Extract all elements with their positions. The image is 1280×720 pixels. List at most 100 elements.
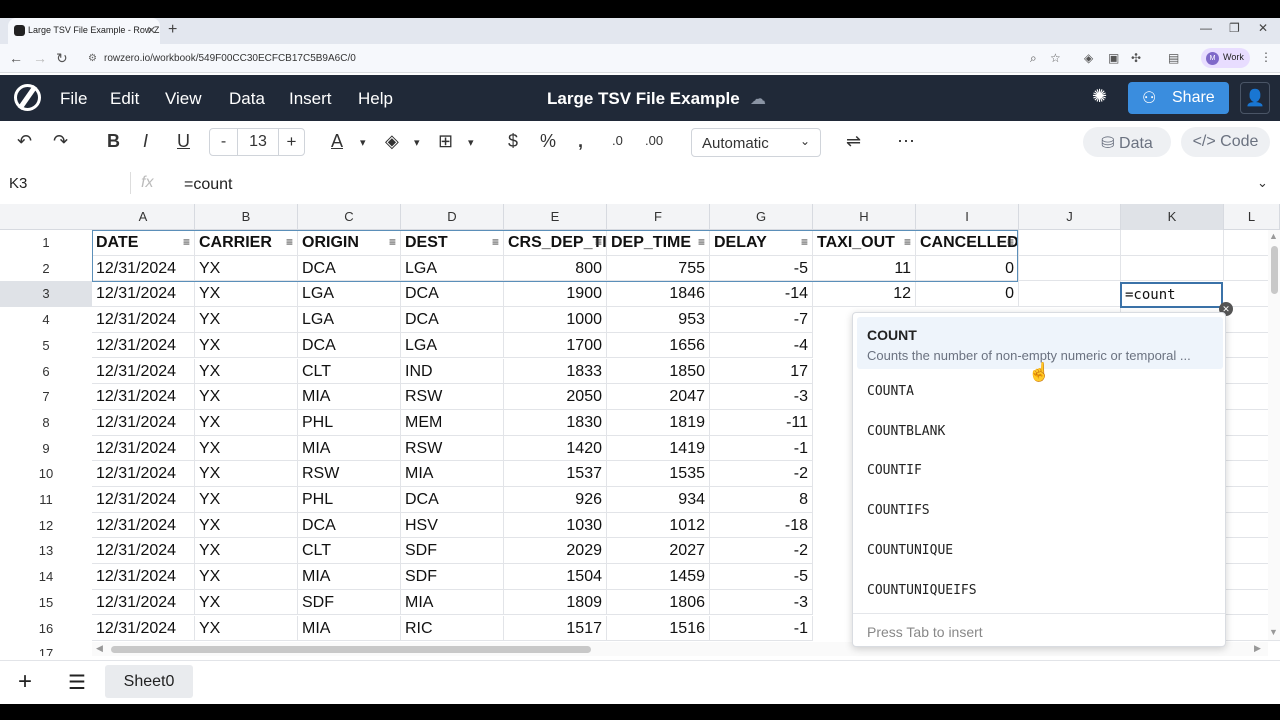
data-cell[interactable]: PHL	[298, 487, 401, 513]
currency-icon[interactable]: $	[508, 131, 518, 152]
filter-icon[interactable]: ≡	[698, 230, 705, 255]
filter-icon[interactable]: ≡	[1007, 230, 1014, 255]
row-header[interactable]: 5	[0, 332, 92, 359]
empty-cell[interactable]	[1019, 281, 1121, 308]
data-cell[interactable]: YX	[195, 615, 298, 642]
data-cell[interactable]: 12/31/2024	[92, 255, 195, 282]
data-cell[interactable]: 11	[813, 255, 916, 282]
data-cell[interactable]: 1809	[504, 589, 607, 616]
data-cell[interactable]: 12/31/2024	[92, 538, 195, 565]
data-cell[interactable]: MIA	[298, 564, 401, 590]
data-cell[interactable]: 1504	[504, 564, 607, 590]
column-header-f[interactable]: F	[607, 204, 710, 230]
data-cell[interactable]: 1700	[504, 332, 607, 359]
underline-icon[interactable]: U	[177, 131, 190, 152]
data-cell[interactable]: YX	[195, 384, 298, 410]
column-header-e[interactable]: E	[504, 204, 607, 230]
data-cell[interactable]: 1419	[607, 435, 710, 462]
data-cell[interactable]: 12/31/2024	[92, 435, 195, 462]
data-cell[interactable]: 1420	[504, 435, 607, 462]
new-tab-icon[interactable]: +	[168, 21, 177, 39]
menu-help[interactable]: Help	[358, 89, 393, 109]
data-cell[interactable]: YX	[195, 435, 298, 462]
data-cell[interactable]: 12/31/2024	[92, 487, 195, 513]
data-cell[interactable]: -3	[710, 589, 813, 616]
data-cell[interactable]: 12/31/2024	[92, 461, 195, 487]
url-field[interactable]: ⚙ rowzero.io/workbook/549F00CC30ECFCB17C…	[78, 48, 1078, 69]
account-icon[interactable]: 👤	[1240, 82, 1270, 114]
row-header[interactable]: 16	[0, 615, 92, 642]
data-cell[interactable]: YX	[195, 564, 298, 590]
data-cell[interactable]: PHL	[298, 409, 401, 436]
empty-cell[interactable]	[1121, 255, 1224, 282]
data-cell[interactable]: YX	[195, 461, 298, 487]
back-icon[interactable]: ←	[9, 50, 23, 66]
header-cell[interactable]: DATE ≡	[92, 230, 195, 256]
close-tab-icon[interactable]: ✕	[147, 24, 156, 37]
data-cell[interactable]: MIA	[401, 589, 504, 616]
data-cell[interactable]: 12/31/2024	[92, 615, 195, 642]
column-header-g[interactable]: G	[710, 204, 813, 230]
row-header[interactable]: 17	[0, 641, 92, 656]
data-cell[interactable]: 1846	[607, 281, 710, 308]
data-cell[interactable]: LGA	[298, 281, 401, 308]
data-cell[interactable]: -1	[710, 435, 813, 462]
row-header[interactable]: 14	[0, 564, 92, 590]
filter-icon[interactable]: ≡	[904, 230, 911, 255]
row-header[interactable]: 12	[0, 512, 92, 539]
header-cell[interactable]: TAXI_OUT ≡	[813, 230, 916, 256]
empty-cell[interactable]	[1121, 230, 1224, 256]
redo-icon[interactable]: ↷	[53, 131, 68, 152]
data-cell[interactable]: MEM	[401, 409, 504, 436]
header-cell[interactable]: ORIGIN ≡	[298, 230, 401, 256]
data-cell[interactable]: 12/31/2024	[92, 281, 195, 308]
data-cell[interactable]: 2027	[607, 538, 710, 565]
data-cell[interactable]: CLT	[298, 538, 401, 565]
font-size-stepper[interactable]: - 13 +	[209, 128, 305, 156]
wrap-text-icon[interactable]: ⇌	[846, 131, 861, 152]
data-cell[interactable]: SDF	[401, 564, 504, 590]
data-cell[interactable]: 2029	[504, 538, 607, 565]
data-cell[interactable]: LGA	[401, 332, 504, 359]
data-cell[interactable]: 1012	[607, 512, 710, 539]
data-cell[interactable]: RSW	[401, 435, 504, 462]
data-cell[interactable]: 953	[607, 307, 710, 333]
fill-color-icon[interactable]: ◈	[385, 131, 399, 152]
data-cell[interactable]: YX	[195, 409, 298, 436]
extension-badge-icon[interactable]: ▣	[1108, 51, 1119, 65]
fill-color-chevron-icon[interactable]: ▾	[414, 136, 420, 149]
data-cell[interactable]: YX	[195, 255, 298, 282]
data-cell[interactable]: DCA	[298, 332, 401, 359]
data-cell[interactable]: 1806	[607, 589, 710, 616]
more-options-icon[interactable]: ⋯	[897, 131, 915, 152]
profile-chip[interactable]: M Work	[1201, 48, 1250, 68]
column-header-k[interactable]: K	[1121, 204, 1224, 230]
bookmark-star-icon[interactable]: ☆	[1050, 51, 1061, 65]
data-cell[interactable]: -18	[710, 512, 813, 539]
data-cell[interactable]: 1459	[607, 564, 710, 590]
data-cell[interactable]: YX	[195, 589, 298, 616]
active-cell-editor[interactable]: =count	[1120, 282, 1223, 308]
data-cell[interactable]: 12/31/2024	[92, 589, 195, 616]
filter-icon[interactable]: ≡	[801, 230, 808, 255]
data-cell[interactable]: 1516	[607, 615, 710, 642]
data-cell[interactable]: 926	[504, 487, 607, 513]
site-info-icon[interactable]: ⚙	[88, 53, 97, 64]
menu-view[interactable]: View	[165, 89, 202, 109]
data-cell[interactable]: 800	[504, 255, 607, 282]
restore-window-icon[interactable]: ❐	[1229, 21, 1240, 35]
data-cell[interactable]: 1656	[607, 332, 710, 359]
data-cell[interactable]: 1850	[607, 358, 710, 385]
row-header[interactable]: 6	[0, 358, 92, 385]
empty-cell[interactable]	[1019, 255, 1121, 282]
row-header[interactable]: 7	[0, 384, 92, 410]
data-cell[interactable]: DCA	[401, 487, 504, 513]
data-cell[interactable]: 755	[607, 255, 710, 282]
menu-edit[interactable]: Edit	[110, 89, 139, 109]
menu-insert[interactable]: Insert	[289, 89, 332, 109]
data-cell[interactable]: DCA	[298, 255, 401, 282]
filter-icon[interactable]: ≡	[286, 230, 293, 255]
data-cell[interactable]: 12	[813, 281, 916, 308]
autocomplete-item-countifs[interactable]: COUNTIFS	[867, 503, 930, 518]
data-cell[interactable]: CLT	[298, 358, 401, 385]
